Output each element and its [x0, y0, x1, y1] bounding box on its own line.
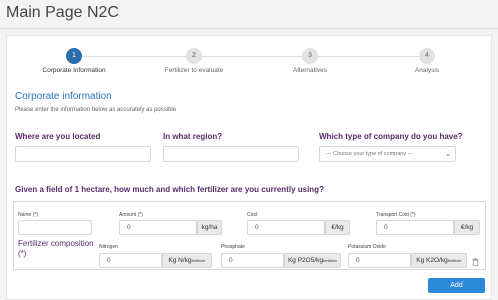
amount-unit: kg/ha	[197, 220, 222, 235]
nitrogen-unit-main: Kg N/kg	[168, 257, 192, 264]
region-label: In what region?	[163, 132, 223, 141]
location-label: Where are you located	[15, 132, 101, 141]
step-number: 2	[186, 48, 202, 64]
nitrogen-label: Nitrogen	[99, 244, 118, 250]
nitrogen-unit: Kg N/kgfertilizer	[162, 253, 212, 268]
transport-cost-label: Transport Cost (*)	[376, 212, 416, 218]
cost-label: Cost	[247, 212, 258, 218]
amount-input[interactable]: 0	[119, 220, 197, 235]
potassium-unit-sub: fertilizer	[447, 258, 462, 263]
cost-unit: €/kg	[325, 220, 350, 235]
phosphate-label: Phosphate	[221, 244, 245, 250]
step-number: 4	[419, 48, 435, 64]
phosphate-input[interactable]: 0	[221, 253, 284, 268]
step-number: 1	[66, 48, 82, 64]
region-input[interactable]	[163, 146, 299, 162]
potassium-unit-main: Kg K2O/kg	[416, 257, 448, 264]
potassium-unit: Kg K2O/kgfertilizer	[411, 253, 467, 268]
phosphate-unit-sub: fertilizer	[323, 258, 338, 263]
company-type-select[interactable]: --- Choose your type of company --- ⌄	[319, 146, 456, 162]
wizard-step-1[interactable]: 1 Corporate Information	[24, 48, 124, 74]
nitrogen-unit-sub: fertilizer	[191, 258, 206, 263]
cost-input[interactable]: 0	[247, 220, 325, 235]
wizard-step-3[interactable]: 3 Alternatives	[260, 48, 360, 74]
transport-cost-input[interactable]: 0	[376, 220, 454, 235]
fertilizer-question: Given a field of 1 hectare, how much and…	[15, 185, 324, 194]
step-label: Corporate Information	[42, 67, 106, 74]
page-title: Main Page N2C	[6, 4, 119, 21]
potassium-input[interactable]: 0	[348, 253, 411, 268]
wizard-card: 1 Corporate Information 2 Fertilizer to …	[6, 35, 492, 300]
location-input[interactable]	[15, 146, 151, 162]
fertilizer-row: Name (*) Amount (*) Cost Transport Cost …	[13, 201, 486, 270]
wizard-step-2[interactable]: 2 Fertilizer to evaluate	[144, 48, 244, 74]
step-number: 3	[302, 48, 318, 64]
trash-icon[interactable]	[472, 258, 479, 266]
chevron-down-icon: ⌄	[445, 151, 451, 158]
nitrogen-input[interactable]: 0	[99, 253, 162, 268]
company-type-placeholder: --- Choose your type of company ---	[326, 151, 414, 157]
phosphate-unit-main: Kg P2O5/kg	[287, 257, 324, 264]
section-subtitle: Please enter the information below as ac…	[15, 107, 177, 113]
step-label: Fertilizer to evaluate	[164, 67, 224, 74]
title-divider	[0, 28, 498, 29]
name-input[interactable]	[18, 220, 92, 235]
step-label: Alternatives	[293, 67, 327, 74]
section-title: Corporate information	[15, 91, 112, 102]
transport-cost-unit: €/kg	[454, 220, 480, 235]
company-type-label: Which type of company do you have?	[319, 132, 463, 141]
add-button[interactable]: Add	[428, 278, 485, 293]
phosphate-unit: Kg P2O5/kgfertilizer	[284, 253, 341, 268]
potassium-label: Potassium Oxide	[348, 244, 386, 250]
wizard-step-4[interactable]: 4 Analysis	[377, 48, 477, 74]
name-label: Name (*)	[18, 212, 39, 218]
fertilizer-composition-label: Fertilizer composition (*)	[18, 239, 94, 258]
amount-label: Amount (*)	[119, 212, 143, 218]
step-label: Analysis	[414, 67, 440, 74]
